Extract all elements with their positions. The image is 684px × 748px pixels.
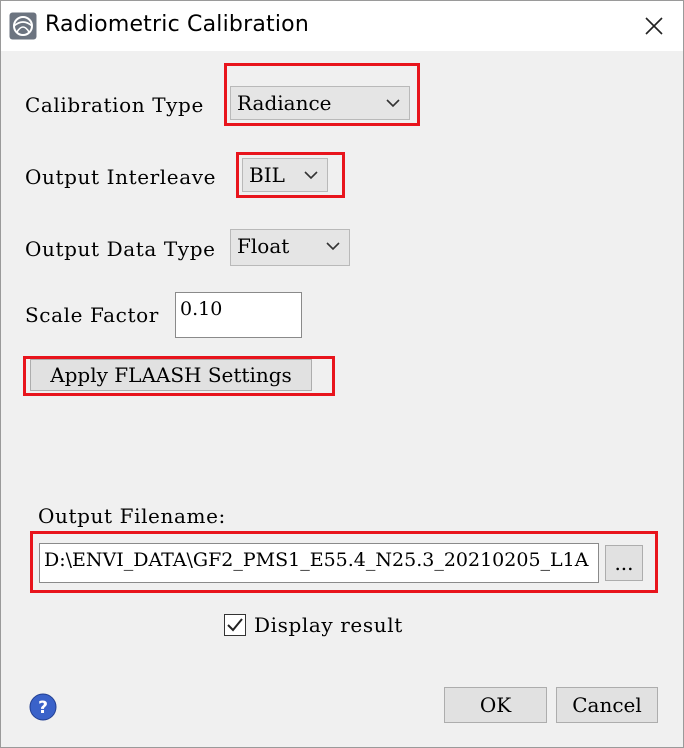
radiometric-calibration-dialog: Radiometric Calibration Calibration Type… <box>0 0 684 748</box>
ok-button[interactable]: OK <box>444 687 547 723</box>
scale-factor-value: 0.10 <box>180 298 223 320</box>
cancel-button[interactable]: Cancel <box>556 687 658 723</box>
output-data-type-select[interactable]: Float <box>230 229 350 266</box>
window-title: Radiometric Calibration <box>45 12 309 37</box>
output-data-type-label: Output Data Type <box>25 237 216 261</box>
output-data-type-value: Float <box>237 234 290 258</box>
display-result-checkbox[interactable] <box>224 614 246 636</box>
output-filename-label: Output Filename: <box>38 504 226 528</box>
scale-factor-label: Scale Factor <box>25 303 159 327</box>
scale-factor-input[interactable]: 0.10 <box>175 292 302 338</box>
chevron-down-icon <box>386 99 400 108</box>
output-interleave-label: Output Interleave <box>25 165 217 189</box>
help-icon[interactable]: ? <box>29 693 57 721</box>
chevron-down-icon <box>304 171 318 180</box>
calibration-type-value: Radiance <box>237 91 332 115</box>
output-interleave-select[interactable]: BIL <box>242 158 328 192</box>
calibration-type-label: Calibration Type <box>25 93 204 117</box>
dialog-body: Calibration Type Radiance Output Interle… <box>1 51 683 747</box>
browse-button[interactable]: ... <box>605 545 643 581</box>
title-bar: Radiometric Calibration <box>1 1 683 51</box>
close-button[interactable] <box>639 11 669 41</box>
output-interleave-value: BIL <box>249 163 285 187</box>
checkmark-icon <box>227 618 243 632</box>
apply-flaash-settings-button[interactable]: Apply FLAASH Settings <box>30 359 312 391</box>
close-icon <box>645 17 663 35</box>
output-filename-value: D:\ENVI_DATA\GF2_PMS1_E55.4_N25.3_202102… <box>44 549 589 571</box>
envi-app-icon <box>9 12 37 40</box>
svg-text:?: ? <box>38 698 48 718</box>
chevron-down-icon <box>326 242 340 251</box>
output-filename-input[interactable]: D:\ENVI_DATA\GF2_PMS1_E55.4_N25.3_202102… <box>39 543 599 583</box>
calibration-type-select[interactable]: Radiance <box>230 86 410 120</box>
display-result-label: Display result <box>254 613 403 637</box>
